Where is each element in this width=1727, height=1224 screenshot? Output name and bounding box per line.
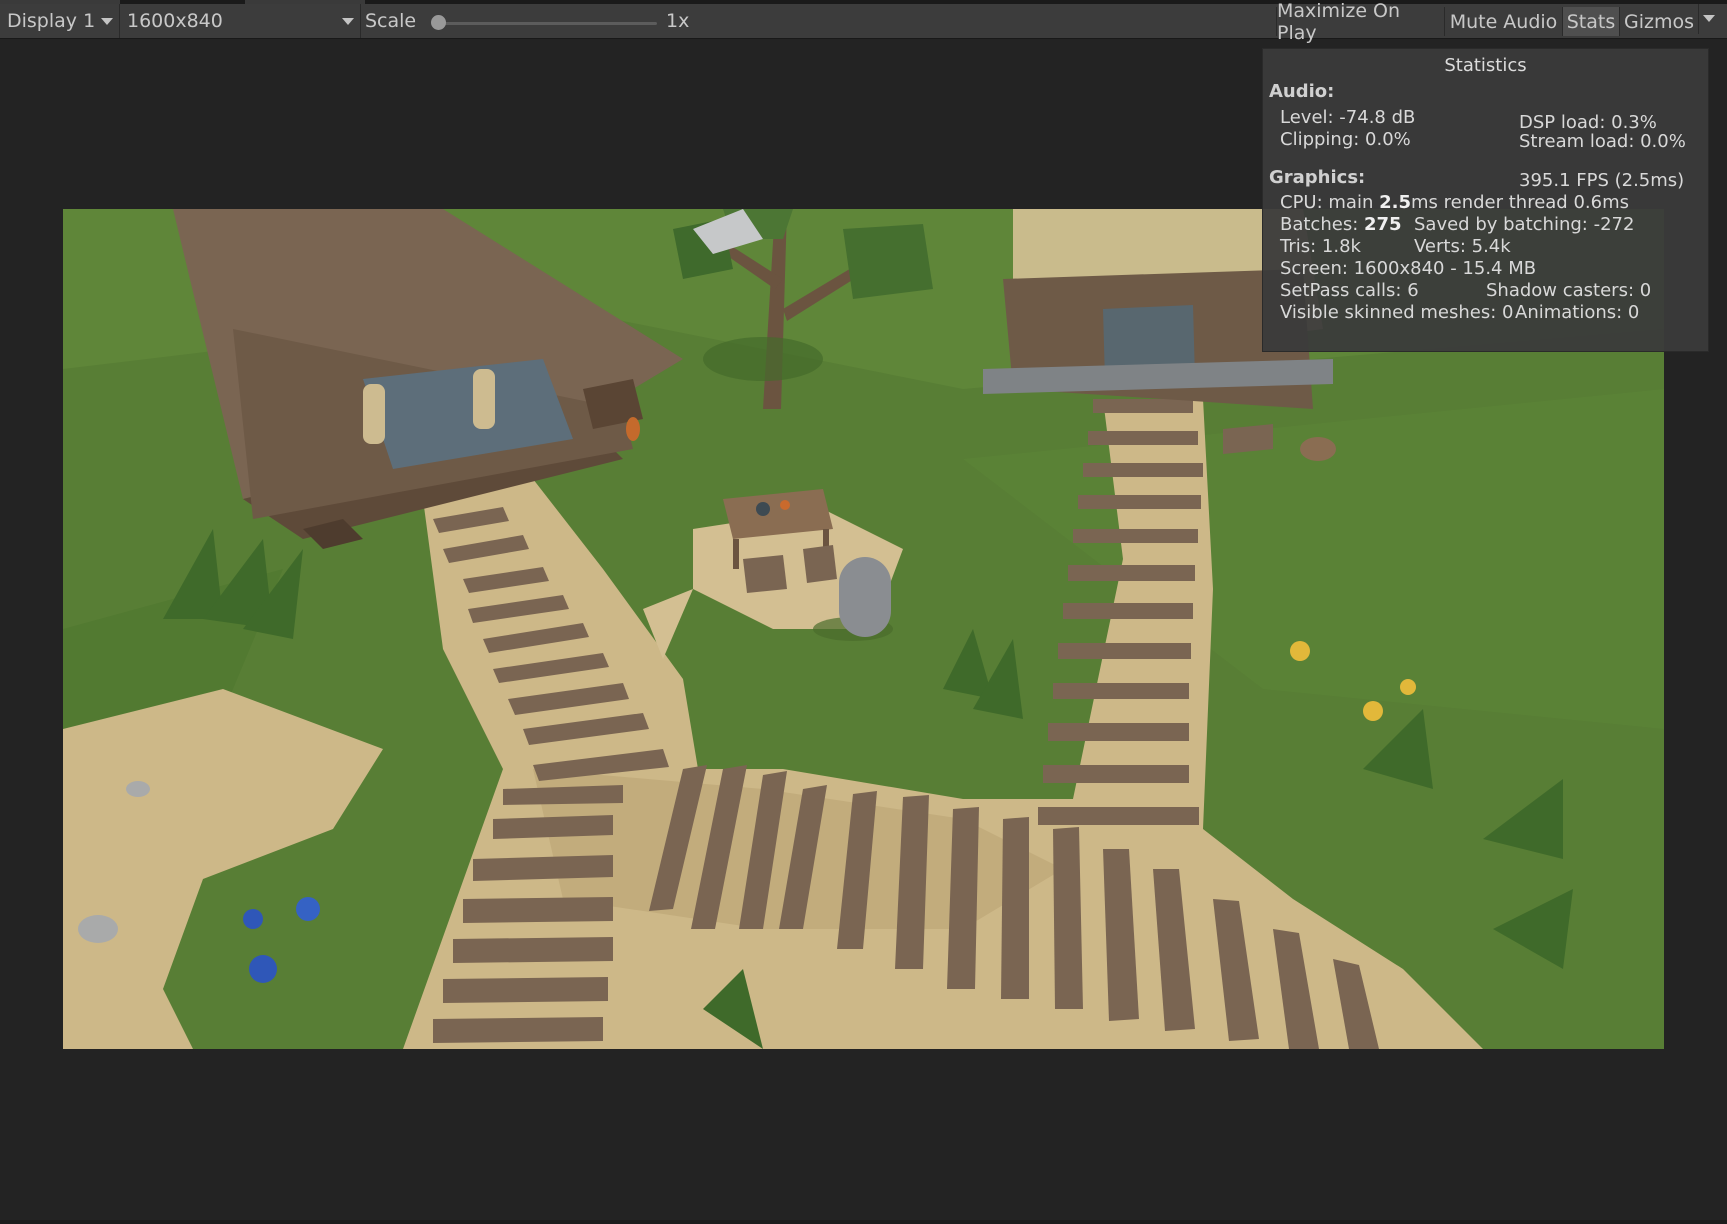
stats-label: Stats	[1566, 10, 1616, 33]
scale-label: Scale	[365, 10, 417, 32]
game-window: Display 1 1600x840 Scale 1x Maximize On …	[0, 0, 1727, 1224]
graphics-heading: Graphics:	[1269, 167, 1366, 188]
display-dropdown[interactable]: Display 1	[0, 4, 120, 38]
statistics-title: Statistics	[1444, 55, 1527, 76]
gizmos-label: Gizmos	[1623, 10, 1694, 33]
graphics-batches: Batches: 275	[1280, 214, 1402, 235]
graphics-fps: 395.1 FPS (2.5ms)	[1519, 170, 1685, 191]
game-view-toolbar: Display 1 1600x840 Scale 1x Maximize On …	[0, 0, 1727, 44]
chevron-down-icon	[342, 18, 354, 25]
audio-stream-load: Stream load: 0.0%	[1519, 131, 1686, 152]
chevron-down-icon	[1703, 15, 1715, 22]
statistics-panel: Statistics Audio: Level: -74.8 dB Clippi…	[1262, 48, 1709, 352]
small-rock	[126, 781, 150, 797]
graphics-cpu-main: 2.5	[1379, 192, 1411, 213]
resolution-dropdown[interactable]: 1600x840	[120, 4, 361, 38]
scale-value: 1x	[666, 10, 690, 32]
audio-heading: Audio:	[1269, 81, 1335, 102]
barrel	[626, 417, 640, 441]
audio-level: Level: -74.8 dB	[1280, 107, 1416, 128]
stats-button[interactable]: Stats	[1562, 7, 1619, 36]
display-dropdown-label: Display 1	[7, 10, 96, 32]
graphics-animations: Animations: 0	[1515, 302, 1640, 323]
maximize-on-play-label: Maximize On Play	[1277, 0, 1401, 44]
scale-value-wrap: 1x	[666, 4, 689, 38]
mute-audio-label: Mute Audio	[1449, 10, 1558, 33]
gizmos-button[interactable]: Gizmos	[1619, 7, 1698, 36]
chest	[1300, 437, 1336, 461]
graphics-saved-by-batching: Saved by batching: -272	[1414, 214, 1635, 235]
mute-audio-button[interactable]: Mute Audio	[1444, 7, 1562, 36]
audio-clipping: Clipping: 0.0%	[1280, 129, 1411, 150]
small-rock	[78, 915, 118, 943]
graphics-skinned-meshes: Visible skinned meshes: 0	[1280, 302, 1514, 323]
tree-shadow	[703, 337, 823, 381]
graphics-cpu-prefix: CPU: main	[1280, 192, 1380, 213]
scale-label-wrap: Scale	[365, 4, 416, 38]
graphics-shadow-casters: Shadow casters: 0	[1486, 280, 1652, 301]
graphics-setpass: SetPass calls: 6	[1280, 280, 1419, 301]
resolution-dropdown-label: 1600x840	[127, 10, 223, 32]
maximize-on-play-button[interactable]: Maximize On Play	[1276, 0, 1444, 44]
graphics-tris: Tris: 1.8k	[1280, 236, 1361, 257]
graphics-verts: Verts: 5.4k	[1414, 236, 1511, 257]
scale-slider-thumb[interactable]	[431, 15, 446, 30]
graphics-screen: Screen: 1600x840 - 15.4 MB	[1280, 258, 1537, 279]
gizmos-menu-dropdown[interactable]	[1698, 4, 1721, 34]
scale-slider-track[interactable]	[437, 22, 657, 25]
graphics-batches-value: 275	[1363, 214, 1402, 235]
graphics-cpu-suffix: ms render thread 0.6ms	[1410, 192, 1629, 213]
graphics-batches-prefix: Batches:	[1280, 214, 1364, 235]
audio-dsp-load: DSP load: 0.3%	[1519, 112, 1657, 133]
graphics-cpu: CPU: main 2.5ms render thread 0.6ms	[1280, 192, 1629, 213]
bottom-border	[0, 1220, 1727, 1224]
chevron-down-icon	[101, 18, 113, 25]
